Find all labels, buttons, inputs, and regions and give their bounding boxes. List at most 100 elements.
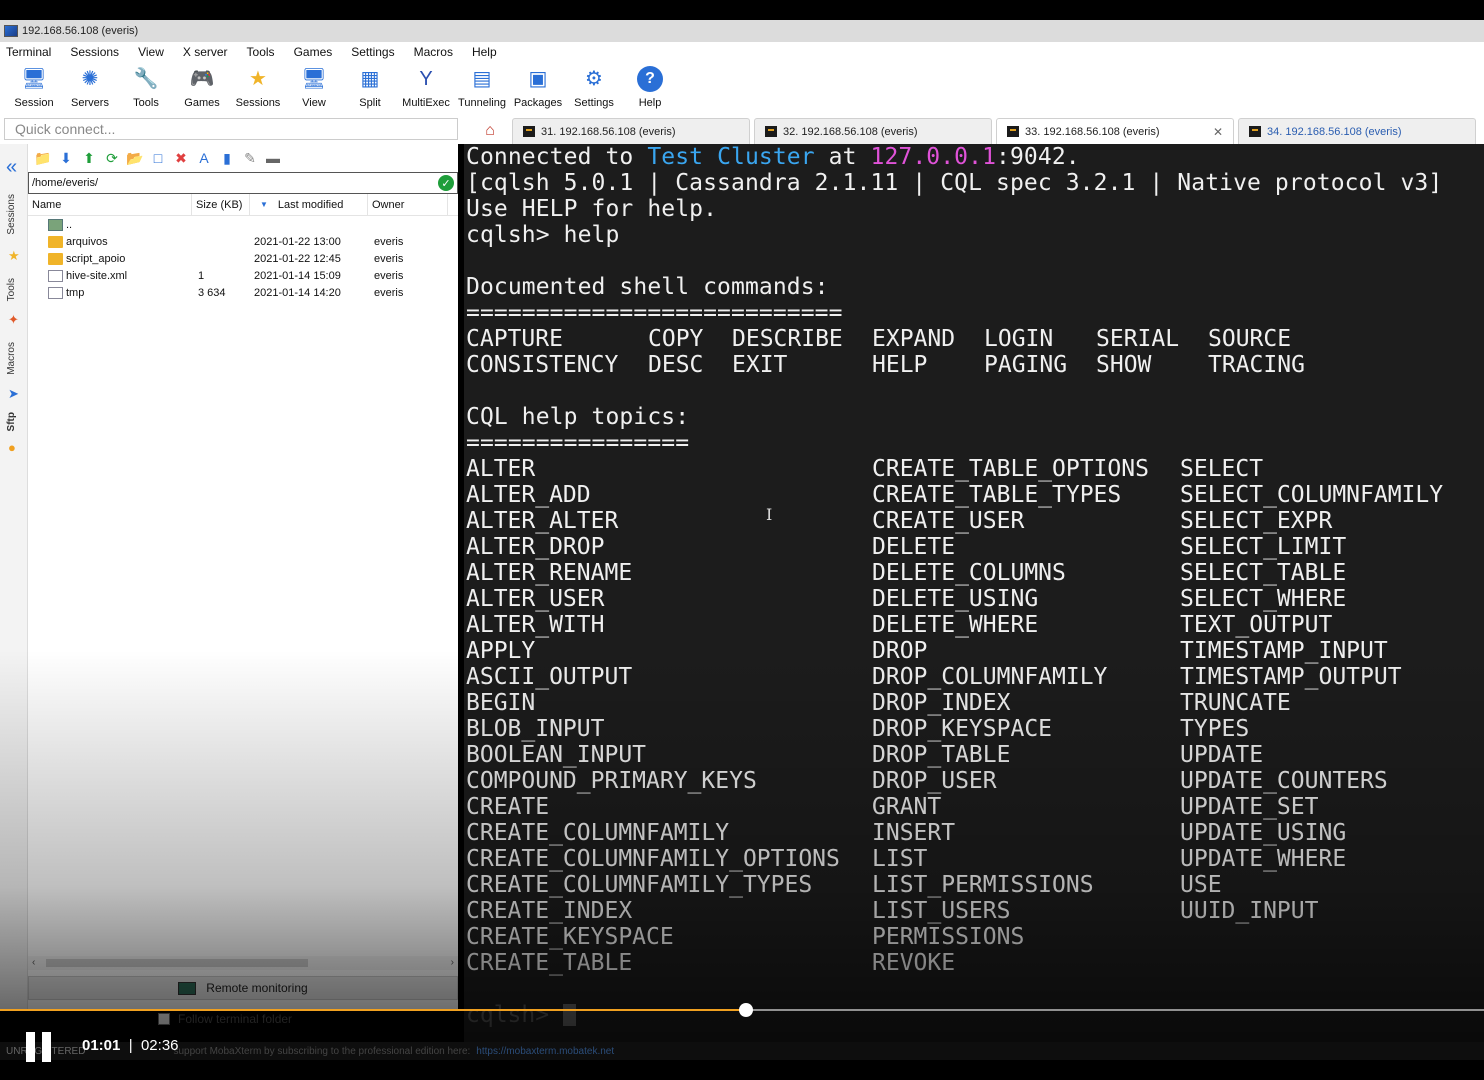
- cql-topic: DROP_KEYSPACE: [872, 716, 1053, 742]
- toolbar-tools-button[interactable]: 🔧 Tools: [118, 62, 174, 114]
- video-time: 01:01 | 02:36: [82, 1037, 179, 1054]
- scroll-right-icon[interactable]: ›: [451, 957, 454, 968]
- cql-topic: ALTER_USER: [466, 586, 605, 612]
- column-owner[interactable]: Owner: [368, 194, 448, 215]
- cql-topic: TEXT_OUTPUT: [1180, 612, 1333, 638]
- file-row[interactable]: hive-site.xml 1 2021-01-14 15:09 everis: [28, 267, 458, 284]
- home-tab-icon[interactable]: ⌂: [468, 118, 512, 144]
- follow-terminal-checkbox[interactable]: [158, 1013, 170, 1025]
- cql-topic: DROP_INDEX: [872, 690, 1011, 716]
- toolbar-multiexec-button[interactable]: Y MultiExec: [398, 62, 454, 114]
- column-name[interactable]: Name: [28, 194, 192, 215]
- column-modified[interactable]: ▼ Last modified: [250, 194, 368, 215]
- star-icon: ★: [249, 68, 267, 90]
- menu-settings[interactable]: Settings: [351, 45, 394, 59]
- rename-icon[interactable]: A: [193, 149, 215, 167]
- toolbar-packages-button[interactable]: ▣ Packages: [510, 62, 566, 114]
- menu-help[interactable]: Help: [472, 45, 497, 59]
- path-bar[interactable]: /home/everis/ ✓: [28, 172, 458, 194]
- menu-view[interactable]: View: [138, 45, 164, 59]
- session-tab[interactable]: 34. 192.168.56.108 (everis): [1238, 118, 1476, 144]
- video-progress-bar[interactable]: [0, 1003, 1484, 1017]
- quick-connect-input[interactable]: Quick connect...: [4, 118, 458, 140]
- menu-tools[interactable]: Tools: [247, 45, 275, 59]
- toolbar-view-button[interactable]: 🖥 View: [286, 62, 342, 114]
- cql-topic: ALTER_ADD: [466, 482, 591, 508]
- cursor-block: [562, 1004, 576, 1026]
- menu-x-server[interactable]: X server: [183, 45, 228, 59]
- file-row[interactable]: tmp 3 634 2021-01-14 14:20 everis: [28, 284, 458, 301]
- packages-icon: ▣: [528, 68, 548, 90]
- toolbar-tunneling-button[interactable]: ▤ Tunneling: [454, 62, 510, 114]
- toolbar-sessions-button[interactable]: ★ Sessions: [230, 62, 286, 114]
- menu-games[interactable]: Games: [294, 45, 333, 59]
- scrollbar-thumb[interactable]: [46, 959, 308, 967]
- session-tab[interactable]: 33. 192.168.56.108 (everis) ✕: [996, 118, 1234, 144]
- session-icon: 🖥: [21, 68, 47, 90]
- column-size[interactable]: Size (KB): [192, 194, 250, 215]
- toolbar-label: Split: [359, 97, 381, 109]
- side-tab-sessions[interactable]: Sessions: [6, 194, 17, 235]
- toolbar-settings-button[interactable]: ⚙ Settings: [566, 62, 622, 114]
- side-tab-macros[interactable]: Macros: [6, 342, 17, 375]
- shell-command: PAGING: [984, 352, 1068, 378]
- collapse-sidebar-icon[interactable]: «: [6, 156, 17, 179]
- file-row[interactable]: script_apoio 2021-01-22 12:45 everis: [28, 250, 458, 267]
- terminal[interactable]: Connected to Test Cluster at 127.0.0.1:9…: [464, 144, 1484, 1042]
- cluster-name: Test Cluster: [647, 144, 815, 170]
- horizontal-scrollbar[interactable]: ‹ ›: [28, 956, 458, 970]
- new-file-icon[interactable]: □: [147, 149, 169, 167]
- status-link[interactable]: https://mobaxterm.mobatek.net: [476, 1046, 614, 1057]
- close-tab-icon[interactable]: ✕: [1213, 125, 1223, 139]
- cql-topic: DROP: [872, 638, 928, 664]
- file-owner: everis: [374, 286, 404, 299]
- view-icon: 🖥: [301, 68, 327, 90]
- edit-icon[interactable]: ✎: [239, 149, 261, 167]
- session-tab[interactable]: 31. 192.168.56.108 (everis): [512, 118, 750, 144]
- file-row[interactable]: ..: [28, 216, 458, 233]
- cql-topic: UPDATE_SET: [1180, 794, 1319, 820]
- menu-terminal[interactable]: Terminal: [6, 45, 51, 59]
- file-name-cell: hive-site.xml: [28, 269, 192, 282]
- remote-monitoring-button[interactable]: Remote monitoring: [28, 976, 458, 1000]
- window-title: 192.168.56.108 (everis): [22, 25, 139, 37]
- download-icon[interactable]: ⬇: [55, 149, 77, 167]
- session-tab[interactable]: 32. 192.168.56.108 (everis): [754, 118, 992, 144]
- tunneling-icon: ▤: [472, 68, 492, 90]
- toolbar-split-button[interactable]: ▦ Split: [342, 62, 398, 114]
- scroll-left-icon[interactable]: ‹: [32, 957, 35, 968]
- menu-sessions[interactable]: Sessions: [70, 45, 119, 59]
- refresh-icon[interactable]: ⟳: [101, 149, 123, 167]
- toolbar-games-button[interactable]: 🎮 Games: [174, 62, 230, 114]
- video-progress-fill: [0, 1009, 747, 1011]
- games-icon: 🎮: [189, 68, 215, 90]
- toolbar-label: Tools: [133, 97, 159, 109]
- menu-bar: Terminal Sessions View X server Tools Games Se…: [0, 42, 1484, 62]
- side-tab-tools[interactable]: Tools: [6, 278, 17, 301]
- cql-topic: CREATE_KEYSPACE: [466, 924, 674, 950]
- file-size: 3 634: [198, 286, 226, 299]
- pause-icon[interactable]: [26, 1032, 52, 1062]
- terminal-icon[interactable]: ▬: [262, 149, 284, 167]
- side-tab-sftp[interactable]: Sftp: [6, 412, 17, 431]
- cql-topic: CREATE_TABLE_OPTIONS: [872, 456, 1149, 482]
- toolbar-session-button[interactable]: 🖥 Session: [6, 62, 62, 114]
- delete-icon[interactable]: ✖: [170, 149, 192, 167]
- parent-folder-icon[interactable]: 📁: [32, 149, 54, 167]
- new-folder-icon[interactable]: 📂: [124, 149, 146, 167]
- terminal-tab-icon: [523, 126, 535, 137]
- current-path[interactable]: /home/everis/: [32, 177, 98, 189]
- cql-topic: ALTER_WITH: [466, 612, 605, 638]
- cql-topic: TRUNCATE: [1180, 690, 1291, 716]
- toolbar-servers-button[interactable]: ✺ Servers: [62, 62, 118, 114]
- app-window: 192.168.56.108 (everis) Terminal Sessions…: [0, 0, 1484, 1080]
- permissions-icon[interactable]: ▮: [216, 149, 238, 167]
- upload-icon[interactable]: ⬆: [78, 149, 100, 167]
- follow-terminal-folder[interactable]: Follow terminal folder: [158, 1012, 292, 1026]
- file-row[interactable]: arquivos 2021-01-22 13:00 everis: [28, 233, 458, 250]
- path-ok-icon[interactable]: ✓: [438, 175, 454, 191]
- file-owner: everis: [374, 252, 404, 265]
- menu-macros[interactable]: Macros: [414, 45, 453, 59]
- cql-topic: SELECT_WHERE: [1180, 586, 1347, 612]
- toolbar-help-button[interactable]: ? Help: [622, 62, 678, 114]
